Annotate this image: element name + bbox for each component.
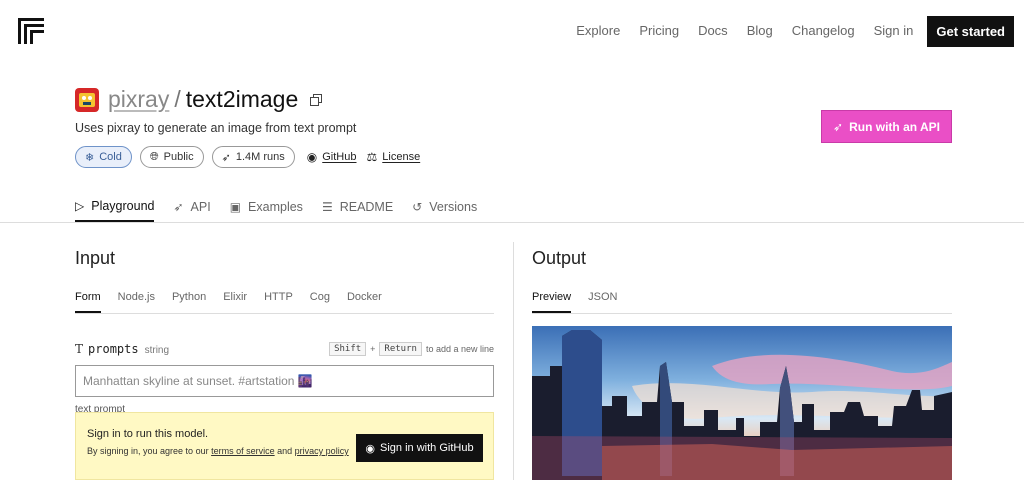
- signin-desc-prefix: By signing in, you agree to our: [87, 446, 209, 456]
- newline-hint: Shift + Return to add a new line: [329, 342, 494, 356]
- nav-changelog-link[interactable]: Changelog: [792, 15, 855, 47]
- runs-badge: ➶ 1.4M runs: [211, 146, 295, 168]
- signin-title: Sign in to run this model.: [87, 428, 209, 440]
- copy-icon[interactable]: [310, 93, 323, 106]
- tab-playground-label: Playground: [91, 198, 155, 213]
- tabs-divider: [0, 222, 1024, 223]
- return-key: Return: [379, 342, 422, 356]
- tab-examples-label: Examples: [248, 199, 303, 214]
- subtab-preview[interactable]: Preview: [532, 282, 572, 313]
- document-icon: ☰: [321, 199, 333, 214]
- nav-pricing-link[interactable]: Pricing: [639, 15, 679, 47]
- nav-sign-in-link[interactable]: Sign in: [874, 15, 914, 47]
- github-icon: ◉: [306, 150, 318, 164]
- nav-explore-link[interactable]: Explore: [576, 15, 620, 47]
- owner-avatar[interactable]: [75, 87, 99, 112]
- runs-badge-label: 1.4M runs: [235, 151, 285, 163]
- signin-desc-and: and: [277, 446, 293, 456]
- cold-badge-label: Cold: [99, 151, 122, 163]
- github-link-label: GitHub: [322, 151, 357, 163]
- run-with-api-label: Run with an API: [849, 119, 940, 134]
- play-icon: ▷: [75, 198, 85, 213]
- hint-plus: +: [370, 344, 376, 354]
- field-type: string: [144, 345, 170, 356]
- subtab-docker[interactable]: Docker: [347, 282, 382, 313]
- top-navigation: Explore Pricing Docs Blog Changelog Sign…: [0, 0, 1024, 62]
- model-badges: ❄ Cold 🌐︎ Public ➶ 1.4M runs ◉ GitHub ⚖ …: [75, 146, 426, 168]
- tab-readme[interactable]: ☰ README: [322, 191, 393, 222]
- run-with-api-button[interactable]: ➶ Run with an API: [821, 110, 952, 143]
- history-icon: ↺: [412, 199, 423, 214]
- subtab-cog[interactable]: Cog: [310, 282, 330, 313]
- text-type-icon: T: [75, 342, 84, 356]
- prompts-field-label: T prompts string: [75, 342, 169, 356]
- snowflake-icon: ❄: [85, 151, 95, 164]
- sign-in-with-github-label: Sign in with GitHub: [380, 442, 474, 454]
- subtab-form[interactable]: Form: [75, 282, 101, 313]
- globe-icon: 🌐︎: [149, 150, 159, 163]
- tab-versions-label: Versions: [429, 199, 478, 214]
- nav-blog-link[interactable]: Blog: [747, 15, 773, 47]
- input-subtabs: Form Node.js Python Elixir HTTP Cog Dock…: [75, 282, 494, 314]
- rocket-icon: ➶: [833, 119, 844, 134]
- output-preview-image[interactable]: [532, 326, 952, 480]
- prompts-input[interactable]: [75, 365, 494, 397]
- public-badge: 🌐︎ Public: [139, 146, 204, 168]
- tab-readme-label: README: [339, 199, 394, 214]
- replicate-logo-icon[interactable]: [18, 18, 44, 44]
- sign-in-with-github-button[interactable]: ◉ Sign in with GitHub: [356, 434, 483, 462]
- subtab-http[interactable]: HTTP: [264, 282, 293, 313]
- title-separator: /: [174, 86, 181, 112]
- rocket-icon: ➶: [221, 151, 231, 164]
- output-subtabs: Preview JSON: [532, 282, 952, 314]
- cold-badge: ❄ Cold: [75, 146, 132, 168]
- subtab-elixir[interactable]: Elixir: [223, 282, 247, 313]
- scale-icon: ⚖: [366, 150, 378, 164]
- nav-docs-link[interactable]: Docs: [698, 15, 728, 47]
- model-name: text2image: [185, 86, 299, 112]
- public-badge-label: Public: [163, 151, 194, 163]
- license-link[interactable]: ⚖ License: [367, 150, 421, 164]
- owner-link[interactable]: pixray: [108, 86, 169, 113]
- license-link-label: License: [382, 151, 421, 163]
- tab-api-label: API: [190, 199, 211, 214]
- model-tabs: ▷ Playground ➶ API ▣ Examples ☰ README ↺…: [75, 191, 496, 222]
- tab-examples[interactable]: ▣ Examples: [230, 191, 303, 222]
- subtab-nodejs[interactable]: Node.js: [118, 282, 155, 313]
- hint-text: to add a new line: [425, 344, 494, 354]
- image-icon: ▣: [229, 199, 242, 214]
- nav-links: Explore Pricing Docs Blog Changelog Sign…: [557, 15, 1014, 47]
- model-title: pixray / text2image: [75, 86, 323, 113]
- github-link[interactable]: ◉ GitHub: [307, 150, 357, 164]
- shift-key: Shift: [329, 342, 367, 356]
- output-title: Output: [532, 248, 587, 268]
- privacy-link[interactable]: privacy policy: [295, 446, 349, 456]
- input-title: Input: [75, 248, 116, 268]
- field-name: prompts: [88, 342, 139, 356]
- signin-banner: Sign in to run this model. By signing in…: [75, 412, 494, 480]
- subtab-python[interactable]: Python: [172, 282, 206, 313]
- tab-api[interactable]: ➶ API: [173, 191, 210, 222]
- signin-description: By signing in, you agree to our terms of…: [87, 444, 349, 458]
- tab-playground[interactable]: ▷ Playground: [75, 191, 155, 222]
- get-started-button[interactable]: Get started: [927, 15, 1014, 47]
- subtab-json[interactable]: JSON: [588, 282, 617, 313]
- github-icon: ◉: [365, 442, 376, 455]
- terms-link[interactable]: terms of service: [211, 446, 275, 456]
- rocket-icon: ➶: [173, 199, 184, 214]
- model-description: Uses pixray to generate an image from te…: [75, 121, 357, 135]
- column-divider: [513, 242, 514, 480]
- tab-versions[interactable]: ↺ Versions: [412, 191, 477, 222]
